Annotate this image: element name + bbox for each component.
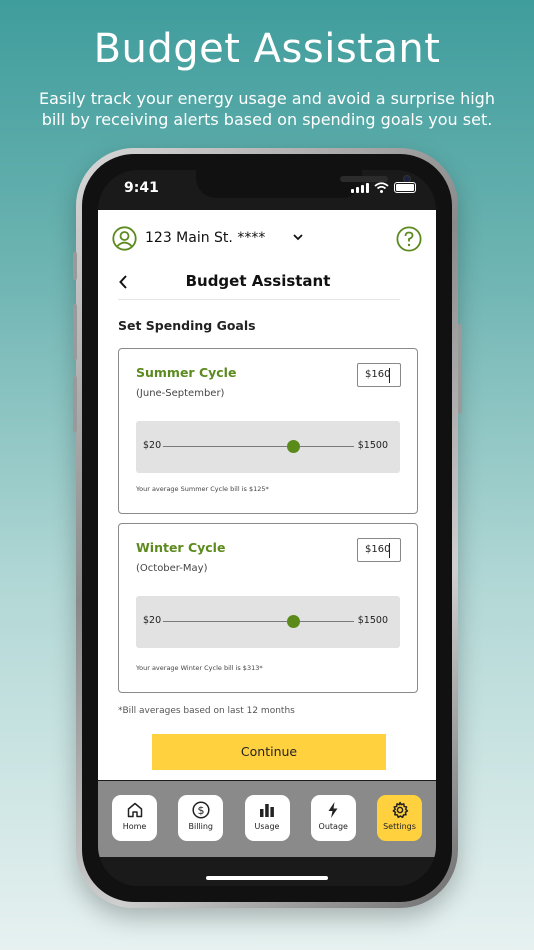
status-icons (351, 182, 416, 193)
hero-title: Budget Assistant (93, 26, 441, 72)
summer-cycle-card: Summer Cycle (June-September) $160 $20 $… (118, 348, 418, 514)
gear-icon (392, 801, 408, 819)
bar-chart-icon (260, 804, 274, 817)
slider-min-label: $20 (143, 440, 162, 451)
power-button (458, 324, 462, 414)
tab-label: Home (122, 822, 147, 831)
tab-settings[interactable]: Settings (377, 795, 422, 841)
bottom-safe-area (98, 857, 436, 886)
status-time: 9:41 (124, 180, 159, 196)
mute-switch (73, 252, 77, 280)
card-note: Your average Winter Cycle bill is $313* (136, 664, 263, 672)
card-subtitle: (October-May) (136, 563, 208, 574)
wifi-icon (374, 182, 389, 193)
tab-label: Usage (254, 822, 280, 831)
tab-outage[interactable]: Outage (310, 795, 356, 841)
help-icon[interactable] (396, 226, 422, 252)
section-title: Set Spending Goals (118, 318, 256, 333)
winter-amount-input[interactable]: $160 (357, 538, 401, 562)
user-icon (112, 226, 137, 251)
tab-label: Billing (188, 822, 214, 831)
slider-min-label: $20 (143, 615, 162, 626)
battery-icon (394, 182, 416, 193)
tab-billing[interactable]: $ Billing (178, 795, 224, 841)
card-note: Your average Summer Cycle bill is $125* (136, 485, 269, 493)
page-title: Budget Assistant (185, 272, 331, 290)
card-title: Summer Cycle (136, 365, 237, 380)
card-subtitle: (June-September) (136, 388, 225, 399)
account-selector[interactable]: 123 Main St. **** (112, 226, 422, 252)
summer-slider[interactable]: $20 $1500 (136, 421, 400, 473)
home-indicator[interactable] (206, 876, 328, 880)
tab-label: Outage (318, 822, 348, 831)
dollar-icon: $ (192, 801, 210, 819)
lightning-icon (328, 802, 338, 818)
nav-header: Budget Assistant (118, 268, 400, 300)
hero-subtitle: Easily track your energy usage and avoid… (39, 89, 495, 129)
volume-up-button (73, 304, 77, 360)
tab-bar: Home $ Billing Usage Outage Settings (98, 781, 436, 857)
svg-text:$: $ (197, 804, 204, 817)
tab-usage[interactable]: Usage (244, 795, 290, 841)
slider-thumb[interactable] (286, 440, 300, 453)
signal-icon (351, 183, 369, 193)
tab-home[interactable]: Home (112, 795, 157, 841)
volume-down-button (73, 376, 77, 432)
slider-track[interactable] (163, 440, 354, 453)
phone-screen: 9:41 123 Main St. **** Budget Assistant … (98, 170, 436, 886)
chevron-down-icon[interactable] (292, 232, 304, 242)
slider-track[interactable] (163, 615, 354, 628)
continue-button[interactable]: Continue (152, 734, 386, 770)
home-icon (127, 802, 142, 818)
footnote: *Bill averages based on last 12 months (118, 706, 295, 716)
card-title: Winter Cycle (136, 540, 226, 555)
slider-max-label: $1500 (357, 615, 388, 626)
winter-cycle-card: Winter Cycle (October-May) $160 $20 $150… (118, 523, 418, 693)
slider-thumb[interactable] (286, 615, 300, 628)
tab-label: Settings (383, 822, 416, 831)
winter-slider[interactable]: $20 $1500 (136, 596, 400, 648)
account-address: 123 Main St. **** (145, 230, 266, 246)
notch (196, 170, 411, 198)
summer-amount-input[interactable]: $160 (357, 363, 401, 387)
slider-max-label: $1500 (357, 440, 388, 451)
app-content: 123 Main St. **** Budget Assistant Set S… (98, 210, 436, 780)
